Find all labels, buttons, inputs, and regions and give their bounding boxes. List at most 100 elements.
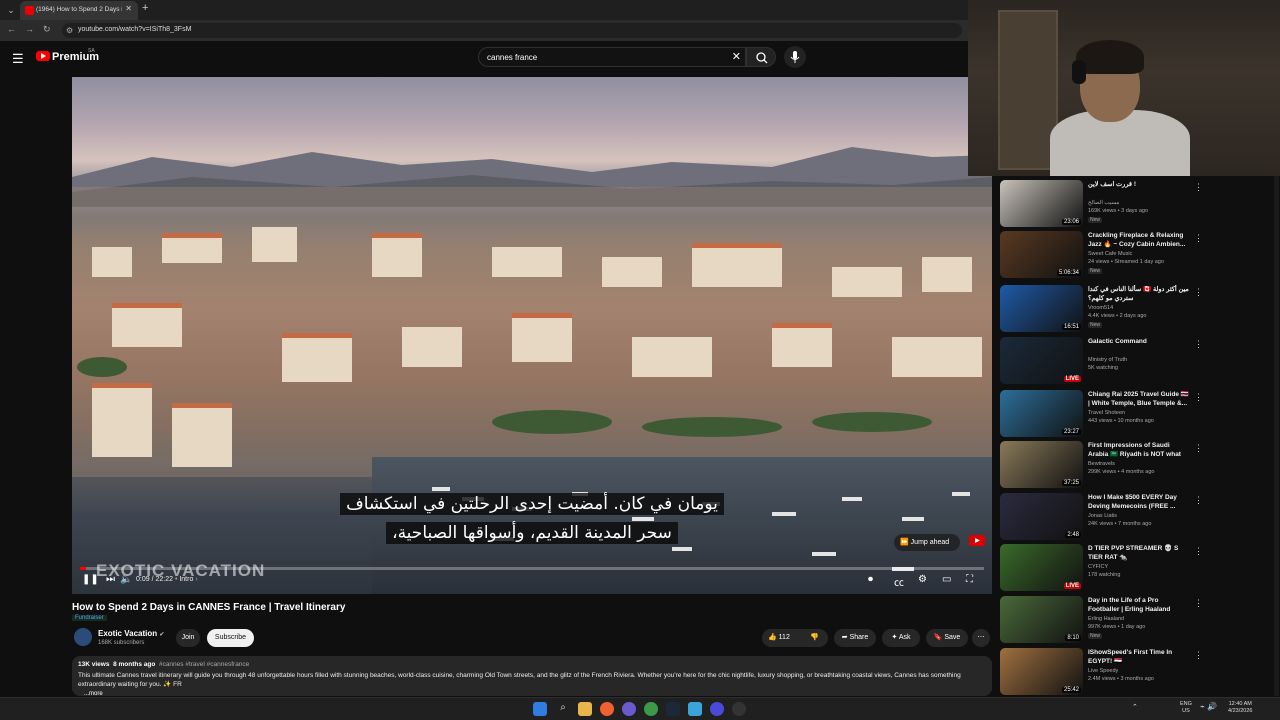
clear-search-icon[interactable]: ✕ [732, 50, 741, 63]
video-thumbnail[interactable]: 37:25 [1000, 441, 1083, 488]
join-button[interactable]: Join [176, 629, 200, 647]
video-thumbnail[interactable]: 16:51 [1000, 285, 1083, 332]
fundraiser-badge[interactable]: Fundraiser [72, 615, 107, 621]
close-tab-icon[interactable]: ✕ [125, 4, 132, 13]
recommended-video[interactable]: 16:51 سألنا الناس في كندا 🇨🇦 مين أكثر دول… [1000, 285, 1280, 335]
recommended-video[interactable]: 23:06 قررت اسف لاين ! مسيب الصالح 169K view… [1000, 180, 1280, 230]
more-actions-icon[interactable]: ⋯ [972, 629, 990, 647]
video-thumbnail[interactable]: LIVE [1000, 544, 1083, 591]
video-thumbnail[interactable]: 23:27 [1000, 390, 1083, 437]
search-taskbar-icon[interactable]: ⌕ [556, 702, 570, 716]
recommended-video[interactable]: 2:48 How I Make $500 EVERY Day Deving Mem… [1000, 493, 1280, 543]
language-indicator[interactable]: ENG US [1180, 701, 1192, 715]
pause-icon[interactable]: ❚❚ [82, 574, 99, 585]
tray-chevron-icon[interactable]: ⌃ [1132, 704, 1138, 711]
recommended-channel[interactable]: Erling Haaland [1088, 616, 1124, 622]
network-volume-icons[interactable]: ⌁ 🔊 [1200, 703, 1217, 711]
url-field[interactable]: ⚙ youtube.com/watch?v=ISiTh8_3FsM [62, 23, 962, 38]
description-box[interactable]: 13K views 8 months ago #cannes #travel #… [72, 656, 992, 697]
hashtags[interactable]: #cannes #travel #cannesfrance [159, 661, 249, 668]
subscribe-watermark-icon[interactable] [967, 533, 987, 551]
file-explorer-icon[interactable] [578, 702, 592, 716]
video-thumbnail[interactable]: LIVE [1000, 337, 1083, 384]
kebab-menu-icon[interactable]: ⋮ [1194, 339, 1203, 350]
hamburger-menu-icon[interactable]: ☰ [12, 51, 24, 67]
dislike-button[interactable]: 👎 [810, 629, 819, 647]
kebab-menu-icon[interactable]: ⋮ [1194, 233, 1203, 244]
ask-button[interactable]: ✦ Ask [882, 629, 920, 647]
recommended-channel[interactable]: Ministry of Truth [1088, 357, 1127, 363]
recommended-title[interactable]: Day in the Life of a Pro Footballer | Er… [1088, 596, 1190, 614]
tab-list-icon[interactable]: ⌄ [4, 3, 18, 17]
kebab-menu-icon[interactable]: ⋮ [1194, 182, 1203, 193]
like-button[interactable]: 👍 112 [768, 634, 790, 641]
recommended-title[interactable]: D TIER PVP STREAMER 💀 S TIER RAT 🐀 [1088, 544, 1190, 562]
recommended-title[interactable]: Galactic Command [1088, 337, 1190, 346]
recommended-channel[interactable]: CYFICY [1088, 564, 1108, 570]
chapter-label[interactable]: Intro [179, 576, 193, 583]
video-thumbnail[interactable]: 5:06:34 [1000, 231, 1083, 278]
recommended-video[interactable]: LIVE Galactic Command Ministry of Truth 5K … [1000, 337, 1280, 387]
voice-search-button[interactable] [784, 46, 806, 68]
recommended-channel[interactable]: Vroom514 [1088, 305, 1113, 311]
kebab-menu-icon[interactable]: ⋮ [1194, 287, 1203, 298]
notepad-icon[interactable] [688, 702, 702, 716]
recommended-video[interactable]: 37:25 First Impressions of Saudi Arabia 🇸… [1000, 441, 1280, 491]
clock[interactable]: 12:40 AM 4/23/2026 [1228, 701, 1252, 715]
kebab-menu-icon[interactable]: ⋮ [1194, 495, 1203, 506]
site-info-icon[interactable]: ⚙ [66, 26, 73, 35]
recommended-channel[interactable]: Jonas Liatis [1088, 513, 1117, 519]
captions-icon[interactable]: ㏄ [894, 574, 904, 589]
forward-icon[interactable]: → [25, 24, 34, 34]
recommended-title[interactable]: سألنا الناس في كندا 🇨🇦 مين أكثر دولة ستر… [1088, 285, 1190, 303]
video-thumbnail[interactable]: 25:42 [1000, 648, 1083, 695]
search-input[interactable]: cannes france ✕ [478, 47, 746, 67]
settings-gear-icon[interactable]: ⚙ [918, 574, 927, 585]
new-tab-button[interactable]: + [142, 2, 148, 14]
progress-bar[interactable] [80, 567, 984, 570]
video-thumbnail[interactable]: 23:06 [1000, 180, 1083, 227]
chrome-icon[interactable] [644, 702, 658, 716]
jump-ahead-button[interactable]: ⏩ Jump ahead [894, 534, 960, 551]
kebab-menu-icon[interactable]: ⋮ [1194, 546, 1203, 557]
channel-avatar[interactable] [74, 628, 92, 646]
kebab-menu-icon[interactable]: ⋮ [1194, 443, 1203, 454]
obs-icon[interactable] [732, 702, 746, 716]
back-icon[interactable]: ← [7, 24, 16, 34]
search-button[interactable] [746, 47, 776, 67]
volume-icon[interactable]: 🔈 [120, 574, 132, 585]
autoplay-toggle-icon[interactable]: ⏺ [868, 574, 873, 585]
recommended-channel[interactable]: مسيب الصالح [1088, 200, 1119, 206]
kebab-menu-icon[interactable]: ⋮ [1194, 650, 1203, 661]
browser-tab[interactable]: (1964) How to Spend 2 Days in ✕ [20, 1, 138, 20]
windows-start-icon[interactable] [533, 702, 547, 716]
app-icon[interactable] [710, 702, 724, 716]
page-scrollbar[interactable] [1274, 176, 1279, 696]
recommended-video[interactable]: LIVE D TIER PVP STREAMER 💀 S TIER RAT 🐀 CY… [1000, 544, 1280, 594]
recommended-video[interactable]: 5:06:34 Crackling Fireplace & Relaxing Ja… [1000, 231, 1280, 281]
recommended-title[interactable]: How I Make $500 EVERY Day Deving Memecoi… [1088, 493, 1190, 511]
recommended-title[interactable]: First Impressions of Saudi Arabia 🇸🇦 Riy… [1088, 441, 1190, 459]
save-button[interactable]: 🔖 Save [926, 629, 968, 647]
recommended-channel[interactable]: Travel Shoteen [1088, 410, 1125, 416]
video-thumbnail[interactable]: 2:48 [1000, 493, 1083, 540]
reload-icon[interactable]: ↻ [43, 24, 51, 35]
video-thumbnail[interactable]: 8:10 [1000, 596, 1083, 643]
recommended-title[interactable]: IShowSpeed's First Time In EGYPT! 🇪🇬 [1088, 648, 1190, 666]
share-button[interactable]: ➦ Share [834, 629, 876, 647]
recommended-video[interactable]: 23:27 Chiang Rai 2025 Travel Guide 🇹🇭 | W… [1000, 390, 1280, 440]
recommended-channel[interactable]: Live Speedy [1088, 668, 1118, 674]
recommended-title[interactable]: Crackling Fireplace & Relaxing Jazz 🔥 ~ … [1088, 231, 1190, 249]
recommended-channel[interactable]: Sweet Cafe Music [1088, 251, 1132, 257]
video-player[interactable]: يومان في كان. أمضيت إحدى الرحلتين في است… [72, 77, 992, 594]
discord-icon[interactable] [622, 702, 636, 716]
subscribe-button[interactable]: Subscribe [207, 629, 254, 647]
next-video-icon[interactable]: ⏭ [106, 574, 115, 585]
fullscreen-icon[interactable]: ⛶ [966, 574, 973, 585]
steam-icon[interactable] [666, 702, 680, 716]
miniplayer-icon[interactable]: ▭ [942, 574, 951, 585]
kebab-menu-icon[interactable]: ⋮ [1194, 598, 1203, 609]
recommended-video[interactable]: 8:10 Day in the Life of a Pro Footballer … [1000, 596, 1280, 646]
brave-browser-icon[interactable] [600, 702, 614, 716]
channel-name[interactable]: Exotic Vacation ✔ [98, 629, 164, 638]
